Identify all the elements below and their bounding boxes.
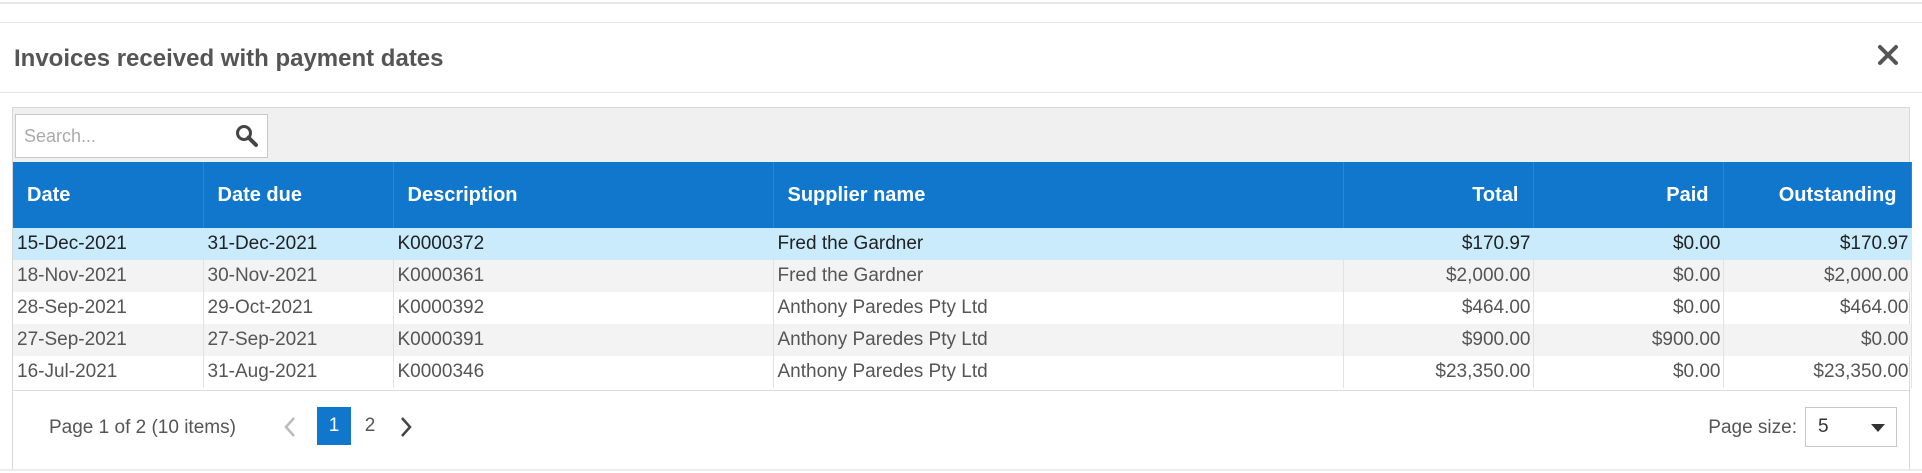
- invoices-dialog: Invoices received with payment dates Sea…: [0, 22, 1922, 473]
- page-button-2[interactable]: 2: [353, 407, 387, 445]
- cell-paid: $0.00: [1533, 228, 1724, 260]
- cell-date-due: 31-Dec-2021: [203, 228, 394, 260]
- dialog-header: Invoices received with payment dates: [0, 23, 1922, 93]
- cell-paid: $0.00: [1533, 292, 1724, 324]
- cell-total: $2,000.00: [1343, 260, 1534, 292]
- cell-date-due: 31-Aug-2021: [203, 356, 394, 388]
- grid-toolbar: [13, 108, 1909, 162]
- column-header-description[interactable]: Description: [393, 162, 774, 228]
- table-header-row: Date Date due Description Supplier name …: [13, 162, 1912, 228]
- cell-paid: $900.00: [1533, 324, 1724, 356]
- column-header-date[interactable]: Date: [13, 162, 204, 228]
- table-row[interactable]: 27-Sep-2021 27-Sep-2021 K0000391 Anthony…: [13, 324, 1912, 356]
- cell-description: K0000392: [393, 292, 774, 324]
- chevron-right-icon: [401, 417, 412, 437]
- table-row[interactable]: 15-Dec-2021 31-Dec-2021 K0000372 Fred th…: [13, 228, 1912, 260]
- close-button[interactable]: [1874, 41, 1902, 69]
- page-size-select[interactable]: 5: [1805, 407, 1897, 447]
- cell-total: $900.00: [1343, 324, 1534, 356]
- table-row[interactable]: 28-Sep-2021 29-Oct-2021 K0000392 Anthony…: [13, 292, 1912, 324]
- table-row[interactable]: 16-Jul-2021 31-Aug-2021 K0000346 Anthony…: [13, 356, 1912, 388]
- invoices-grid: Date Date due Description Supplier name …: [12, 107, 1912, 470]
- page-button-1[interactable]: 1: [317, 407, 351, 445]
- top-divider: [0, 0, 1922, 4]
- cell-date: 28-Sep-2021: [13, 292, 204, 324]
- cell-date: 15-Dec-2021: [13, 228, 204, 260]
- cell-description: K0000346: [393, 356, 774, 388]
- cell-outstanding: $0.00: [1723, 324, 1912, 356]
- pager-info: Page 1 of 2 (10 items): [49, 417, 236, 438]
- cell-date: 18-Nov-2021: [13, 260, 204, 292]
- cell-supplier-name: Anthony Paredes Pty Ltd: [773, 292, 1344, 324]
- cell-description: K0000372: [393, 228, 774, 260]
- cell-description: K0000391: [393, 324, 774, 356]
- column-header-supplier-name[interactable]: Supplier name: [773, 162, 1344, 228]
- close-icon: [1878, 45, 1898, 65]
- cell-date: 16-Jul-2021: [13, 356, 204, 388]
- column-header-date-due[interactable]: Date due: [203, 162, 394, 228]
- bottom-divider: [0, 469, 1922, 471]
- pager: Page 1 of 2 (10 items) 1 2 Page size: 5: [13, 390, 1909, 470]
- cell-supplier-name: Fred the Gardner: [773, 228, 1344, 260]
- invoices-table: Date Date due Description Supplier name …: [13, 162, 1912, 388]
- table-row[interactable]: 18-Nov-2021 30-Nov-2021 K0000361 Fred th…: [13, 260, 1912, 292]
- cell-supplier-name: Anthony Paredes Pty Ltd: [773, 324, 1344, 356]
- page-size-label: Page size:: [1708, 417, 1797, 438]
- column-header-total[interactable]: Total: [1343, 162, 1534, 228]
- chevron-down-icon: [1871, 424, 1885, 432]
- search-icon[interactable]: [235, 124, 259, 148]
- cell-total: $23,350.00: [1343, 356, 1534, 388]
- cell-outstanding: $23,350.00: [1723, 356, 1912, 388]
- cell-outstanding: $2,000.00: [1723, 260, 1912, 292]
- column-header-paid[interactable]: Paid: [1533, 162, 1724, 228]
- search-input[interactable]: [16, 115, 226, 157]
- cell-supplier-name: Anthony Paredes Pty Ltd: [773, 356, 1344, 388]
- cell-date-due: 29-Oct-2021: [203, 292, 394, 324]
- prev-page-button[interactable]: [279, 412, 301, 442]
- cell-outstanding: $170.97: [1723, 228, 1912, 260]
- dialog-title: Invoices received with payment dates: [14, 45, 444, 72]
- chevron-left-icon: [284, 417, 295, 437]
- next-page-button[interactable]: [395, 412, 417, 442]
- cell-total: $464.00: [1343, 292, 1534, 324]
- cell-description: K0000361: [393, 260, 774, 292]
- cell-paid: $0.00: [1533, 260, 1724, 292]
- cell-total: $170.97: [1343, 228, 1534, 260]
- cell-date-due: 27-Sep-2021: [203, 324, 394, 356]
- cell-paid: $0.00: [1533, 356, 1724, 388]
- cell-date: 27-Sep-2021: [13, 324, 204, 356]
- page-size-value: 5: [1818, 416, 1829, 437]
- cell-supplier-name: Fred the Gardner: [773, 260, 1344, 292]
- search-box: [15, 114, 268, 158]
- cell-date-due: 30-Nov-2021: [203, 260, 394, 292]
- cell-outstanding: $464.00: [1723, 292, 1912, 324]
- column-header-outstanding[interactable]: Outstanding: [1723, 162, 1912, 228]
